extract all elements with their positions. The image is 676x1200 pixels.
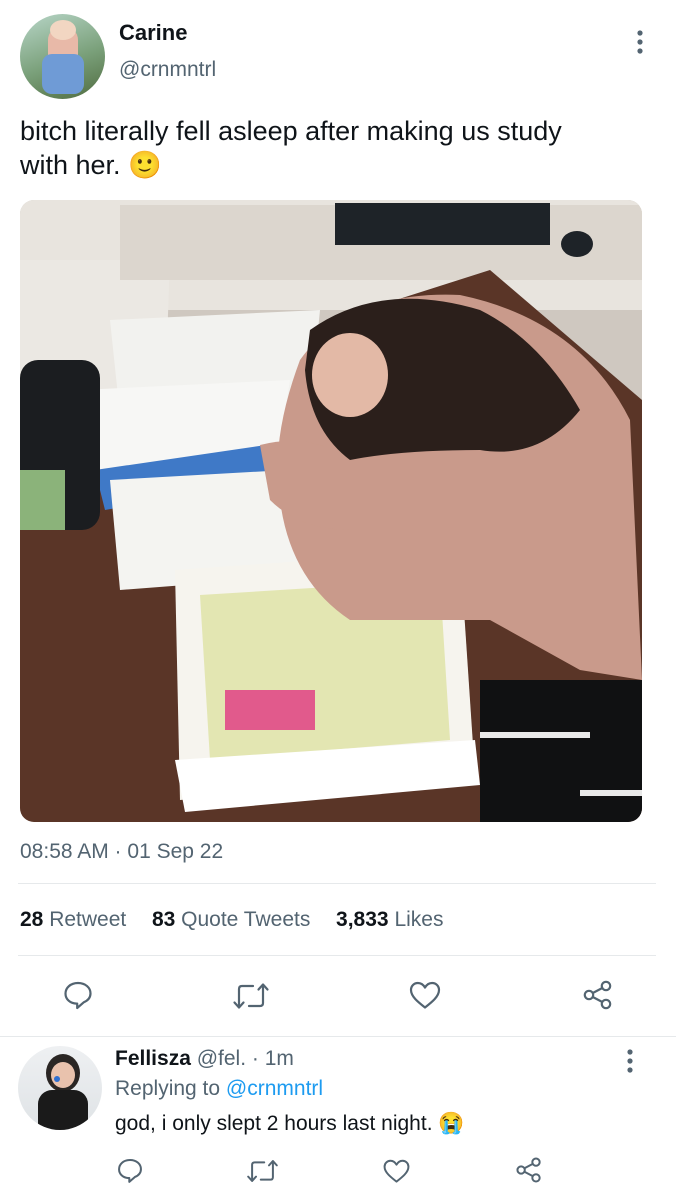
reply-text: god, i only slept 2 hours last night. 😭 (115, 1112, 465, 1136)
likes-stat[interactable]: 3,833 Likes (336, 908, 443, 931)
reply-time: 1m (264, 1047, 294, 1070)
like-icon[interactable] (408, 980, 442, 1010)
quotes-stat[interactable]: 83 Quote Tweets (152, 908, 316, 931)
replying-to-handle[interactable]: @crnmntrl (226, 1077, 323, 1100)
tweet-timestamp: 08:58 AM · 01 Sep 22 (20, 840, 224, 863)
reply-comment-icon[interactable] (116, 1157, 144, 1184)
reply-text-words: god, i only slept 2 hours last night. (115, 1112, 433, 1135)
comment-icon[interactable] (62, 980, 94, 1010)
reply-avatar[interactable] (18, 1046, 102, 1130)
retweets-stat[interactable]: 28 Retweet (20, 908, 132, 931)
share-icon[interactable] (582, 979, 614, 1011)
reply-share-icon[interactable] (515, 1156, 543, 1184)
quotes-count: 83 (151, 908, 176, 931)
retweets-label: Retweet (49, 908, 127, 931)
likes-label: Likes (394, 908, 444, 931)
reply-header: Fellisza @fel. · 1m (115, 1047, 294, 1071)
reply-more-icon[interactable] (622, 1047, 638, 1075)
tweet-stats: 28 Retweet 83 Quote Tweets 3,833 Likes (20, 908, 443, 932)
reply-author-name[interactable]: Fellisza (115, 1047, 191, 1070)
quotes-label: Quote Tweets (181, 908, 311, 931)
retweet-icon[interactable] (232, 981, 270, 1011)
divider-bottom (18, 955, 656, 956)
reply-like-icon[interactable] (382, 1158, 411, 1184)
retweets-count: 28 (20, 908, 44, 931)
author-avatar[interactable] (20, 14, 105, 99)
tweet-text-line2: with her. 🙂 (20, 148, 660, 182)
thread-divider (0, 1036, 676, 1037)
reply-retweet-icon[interactable] (246, 1158, 279, 1184)
tweet-photo[interactable] (20, 200, 642, 822)
author-name[interactable]: Carine (119, 20, 187, 46)
crying-emoji: 😭 (438, 1112, 465, 1135)
divider-top (18, 883, 656, 884)
author-handle[interactable]: @crnmntrl (119, 58, 216, 82)
tweet-text: bitch literally fell asleep after making… (20, 114, 660, 182)
tweet-text-line1: bitch literally fell asleep after making… (20, 116, 562, 146)
likes-count: 3,833 (336, 908, 389, 931)
tweet-text-line2-words: with her. (20, 150, 121, 180)
replying-to-prefix: Replying to (115, 1077, 221, 1100)
reply-time-separator: · (251, 1047, 259, 1070)
replying-to: Replying to @crnmntrl (115, 1077, 323, 1101)
smile-emoji: 🙂 (128, 150, 162, 180)
reply-author-handle[interactable]: @fel. (197, 1047, 246, 1070)
more-icon[interactable] (632, 28, 648, 56)
